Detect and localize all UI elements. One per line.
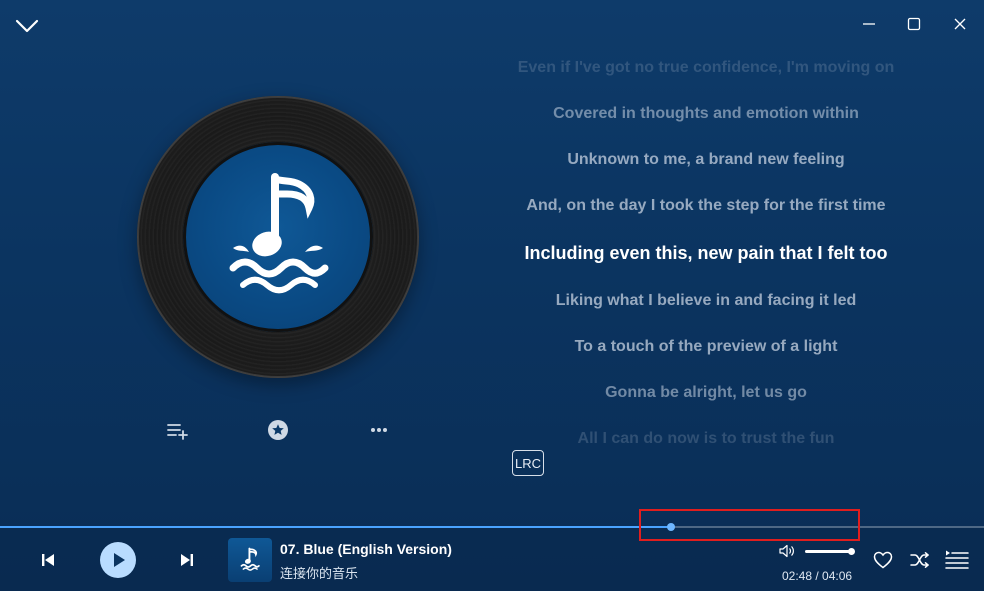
lyric-line[interactable]: And, on the day I took the step for the … [486,197,926,215]
playlist-add-icon [167,424,188,440]
play-icon [114,553,125,567]
minimize-button[interactable] [855,10,883,38]
lyric-line[interactable]: Covered in thoughts and emotion within [486,105,926,123]
chevron-down-icon [15,19,39,33]
music-note-wave-icon [229,173,329,294]
volume-slider[interactable] [805,550,852,553]
close-button[interactable] [946,10,974,38]
more-icon [371,428,387,432]
minimize-icon [863,23,875,25]
lyric-line[interactable]: Unknown to me, a brand new feeling [486,151,926,169]
like-button[interactable] [872,549,894,571]
queue-button[interactable] [944,549,970,571]
volume-icon [779,544,794,558]
track-title[interactable]: 07. Blue (English Version) [280,541,452,557]
time-separator: / [812,569,823,583]
current-time: 02:48 [782,569,813,583]
lyric-line[interactable]: To a touch of the preview of a light [486,338,926,356]
volume-thumb[interactable] [848,548,855,555]
time-display: 02:48 / 04:06 [782,569,852,583]
duration: 04:06 [822,569,853,583]
skip-next-icon [181,554,193,566]
lyric-line[interactable]: All I can do now is to trust the fun [486,430,926,444]
previous-button[interactable] [38,550,58,570]
collapse-button[interactable] [12,12,42,40]
heart-icon [873,551,893,569]
track-thumbnail[interactable] [228,538,272,582]
more-button[interactable] [366,417,392,443]
lyric-line[interactable]: Liking what I believe in and facing it l… [486,292,926,310]
track-artist[interactable]: 连接你的音乐 [280,563,358,582]
queue-icon [945,550,969,569]
skip-previous-icon [42,554,54,566]
progress-fill [0,526,671,528]
shuffle-icon [910,552,929,568]
shuffle-button[interactable] [909,550,931,570]
lyric-line[interactable]: Gonna be alright, let us go [486,384,926,402]
lyric-line[interactable]: Even if I've got no true confidence, I'm… [486,59,926,77]
close-icon [954,18,966,30]
highlight-box [639,509,860,541]
lyric-line-active[interactable]: Including even this, new pain that I fel… [486,243,926,264]
next-button[interactable] [177,550,197,570]
play-button[interactable] [100,542,136,578]
volume-button[interactable] [778,543,796,559]
lrc-button[interactable]: LRC [512,450,544,476]
maximize-button[interactable] [900,10,928,38]
favorite-button[interactable] [265,417,291,443]
add-to-playlist-button[interactable] [164,418,190,444]
maximize-icon [907,17,921,31]
lyrics-panel[interactable]: Even if I've got no true confidence, I'm… [486,48,926,444]
album-art [183,142,373,332]
music-note-wave-icon [240,547,260,571]
star-icon [268,420,288,440]
